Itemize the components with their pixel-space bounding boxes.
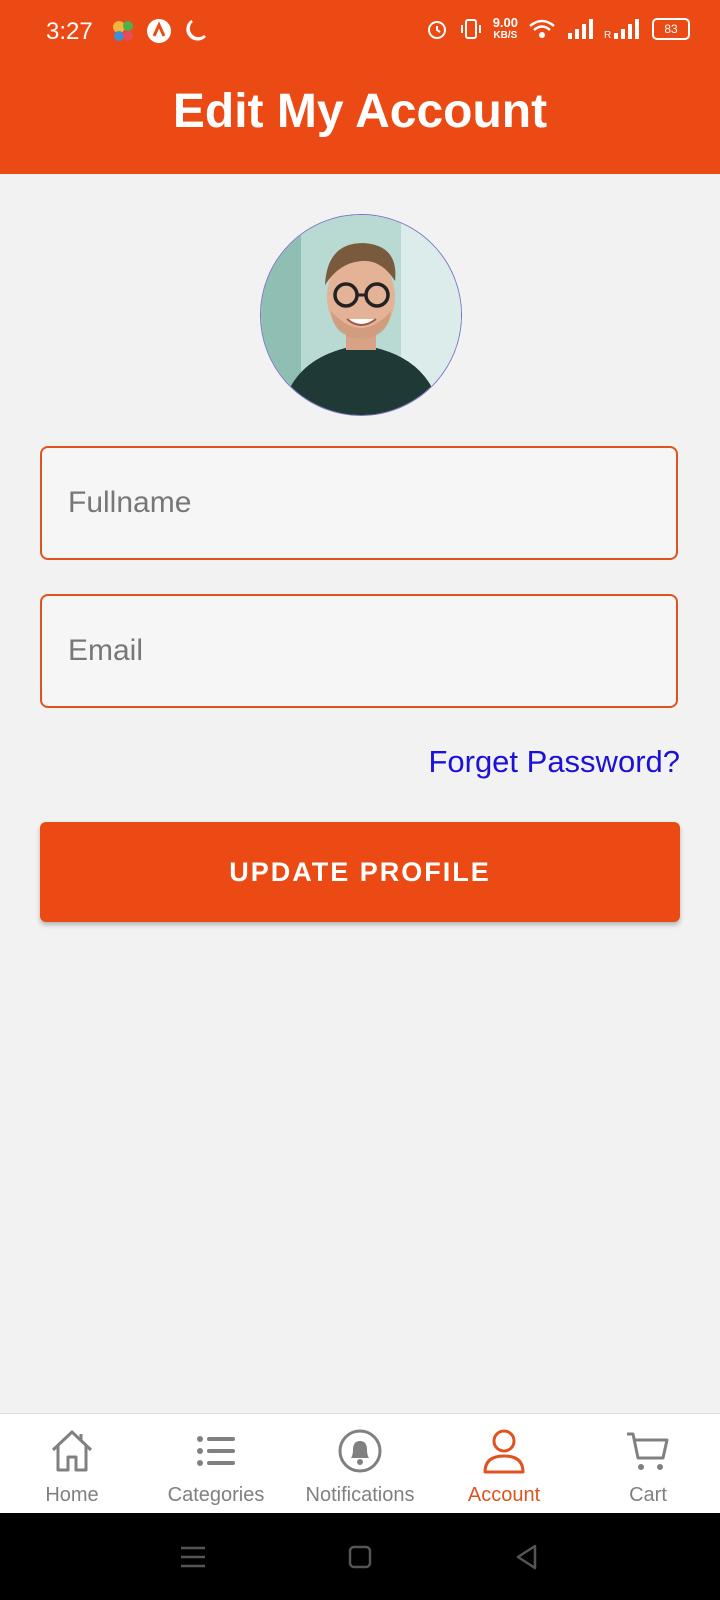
nav-label-cart: Cart [629,1484,667,1506]
app-notification-icon [113,21,133,41]
wifi-icon [529,19,555,38]
svg-text:R: R [604,30,611,40]
nav-item-home[interactable]: Home [0,1414,144,1514]
battery-indicator: 83 [652,18,690,40]
vibrate-icon [460,19,481,39]
system-nav-bar [0,1513,720,1600]
alarm-icon [427,21,446,39]
list-icon [197,1436,235,1466]
email-field-container [40,594,678,708]
app-header: Edit My Account [0,64,720,174]
email-input[interactable] [42,596,676,706]
bottom-nav: Home Categories Notifications Account Ca… [0,1413,720,1514]
cart-icon [627,1432,669,1470]
nav-item-cart[interactable]: Cart [576,1414,720,1514]
vpn-a-icon [147,19,171,43]
signal-icon [568,19,593,39]
status-time: 3:27 [46,18,93,45]
status-left-icons [110,18,208,44]
moon-icon [186,19,206,41]
forgot-password-link[interactable]: Forget Password? [428,744,680,780]
avatar-photo [261,215,461,415]
nav-label-account: Account [467,1484,541,1506]
menu-icon[interactable] [175,1539,211,1575]
bell-icon [338,1429,382,1473]
nav-item-account[interactable]: Account [432,1414,576,1514]
page-title: Edit My Account [172,84,548,138]
nav-label-categories: Categories [167,1484,265,1506]
home-square-icon[interactable] [342,1539,378,1575]
profile-avatar[interactable] [260,214,462,416]
nav-item-notifications[interactable]: Notifications [288,1414,432,1514]
signal-roaming-icon: R [604,19,639,40]
update-profile-button[interactable]: UPDATE PROFILE [40,822,680,922]
status-right-icons: 9.00 KB/S R 83 [425,16,690,42]
fullname-input[interactable] [42,448,676,558]
nav-item-categories[interactable]: Categories [144,1414,288,1514]
nav-label-notifications: Notifications [305,1484,415,1506]
back-icon[interactable] [509,1539,545,1575]
status-bar: 3:27 9.00 KB/S R 83 [0,0,720,64]
home-icon [51,1430,93,1472]
nav-label-home: Home [45,1484,99,1506]
network-speed-unit: KB/S [493,30,518,41]
network-speed-value: 9.00 [492,15,518,30]
user-icon [483,1429,525,1474]
fullname-field-container [40,446,678,560]
network-speed: 9.00 KB/S [493,16,518,42]
